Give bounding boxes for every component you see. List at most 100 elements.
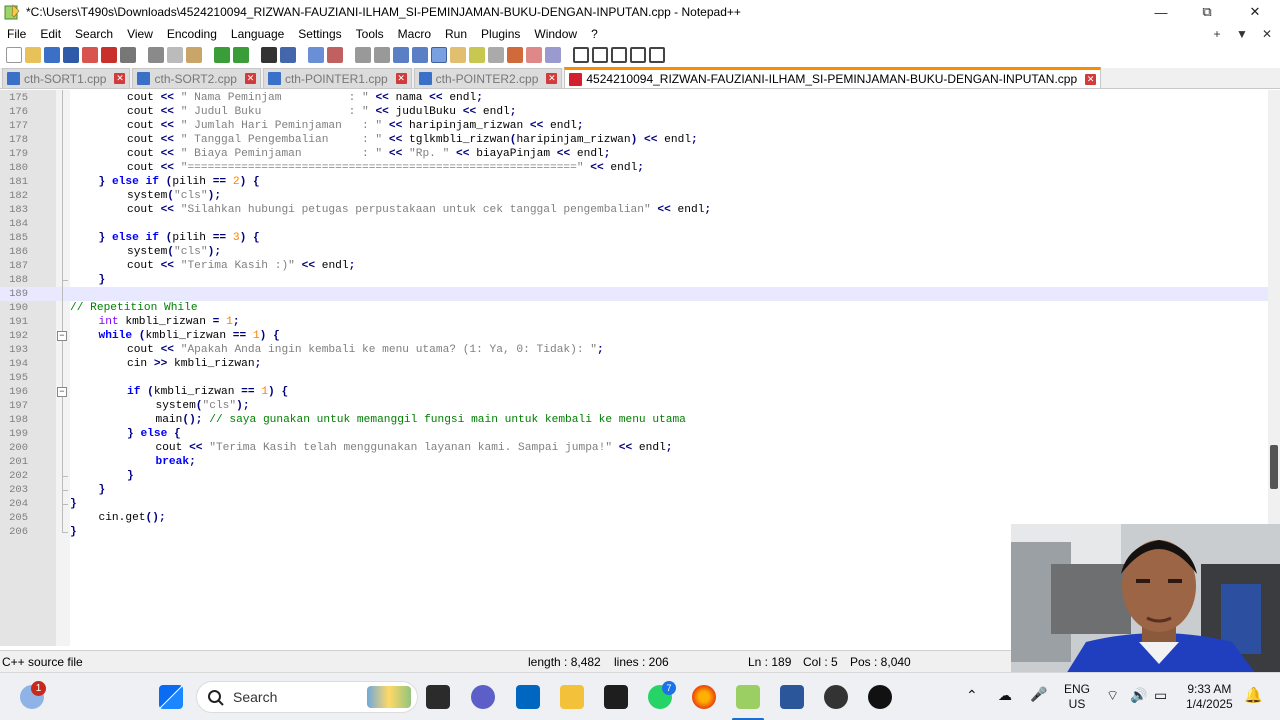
menu-macro[interactable]: Macro xyxy=(391,27,438,41)
code-line[interactable]: 189 xyxy=(0,287,1268,301)
teams-icon[interactable] xyxy=(471,685,495,709)
close-all-icon[interactable] xyxy=(101,47,117,63)
code-line[interactable]: 200 cout << "Terima Kasih telah menggunak… xyxy=(0,441,1268,455)
menu-encoding[interactable]: Encoding xyxy=(160,27,224,41)
code-text[interactable]: cin >> kmbli_rizwan; xyxy=(127,357,261,371)
code-text[interactable]: cout << "Apakah Anda ingin kembali ke me… xyxy=(127,343,604,357)
save-all-icon[interactable] xyxy=(63,47,79,63)
cloud-icon[interactable]: ☁ xyxy=(998,687,1012,704)
code-line[interactable]: 196 if (kmbli_rizwan == 1) { xyxy=(0,385,1268,399)
code-text[interactable]: } xyxy=(99,483,106,497)
restore-button[interactable]: ⧉ xyxy=(1184,0,1230,24)
menu-help[interactable]: ? xyxy=(584,27,605,41)
menu-plugins[interactable]: Plugins xyxy=(474,27,527,41)
menu-edit[interactable]: Edit xyxy=(33,27,68,41)
code-line[interactable]: 197 system("cls"); xyxy=(0,399,1268,413)
code-line[interactable]: 198 main(); // saya gunakan untuk memangg… xyxy=(0,413,1268,427)
close-doc-button[interactable]: ✕ xyxy=(1256,24,1278,44)
new-file-icon[interactable] xyxy=(6,47,22,63)
code-line[interactable]: 190 // Repetition While xyxy=(0,301,1268,315)
title-bar[interactable]: *C:\Users\T490s\Downloads\4524210094_RIZ… xyxy=(0,0,1280,24)
start-menu-icon[interactable] xyxy=(159,685,183,709)
code-line[interactable]: 181} else if (pilih == 2) { xyxy=(0,175,1268,189)
replace-icon[interactable] xyxy=(280,47,296,63)
new-tab-button[interactable]: + xyxy=(1206,24,1228,44)
code-text[interactable]: main(); // saya gunakan untuk memanggil … xyxy=(156,413,686,427)
close-tab-icon[interactable]: ✕ xyxy=(395,73,407,84)
obs-icon[interactable] xyxy=(824,685,848,709)
taskbar-search[interactable]: Search xyxy=(196,681,418,713)
menu-language[interactable]: Language xyxy=(224,27,291,41)
code-text[interactable]: cout << " Biaya Peminjaman : " << "Rp. "… xyxy=(127,147,611,161)
code-line[interactable]: 202} xyxy=(0,469,1268,483)
close-tab-icon[interactable]: ✕ xyxy=(114,73,126,84)
close-icon[interactable] xyxy=(82,47,98,63)
word-wrap-icon[interactable] xyxy=(393,47,409,63)
word-icon[interactable] xyxy=(780,685,804,709)
sync-vertical-icon[interactable] xyxy=(355,47,371,63)
code-text[interactable]: } else { xyxy=(127,427,181,441)
code-line[interactable]: 192 while (kmbli_rizwan == 1) { xyxy=(0,329,1268,343)
task-view-icon[interactable] xyxy=(426,685,450,709)
code-text[interactable]: cout << " Jumlah Hari Peminjaman : " << … xyxy=(127,119,584,133)
show-all-chars-icon[interactable] xyxy=(412,47,428,63)
code-text[interactable]: } xyxy=(70,497,77,511)
code-text[interactable]: break; xyxy=(156,455,196,469)
code-text[interactable]: cout << " Nama Peminjam : " << nama << e… xyxy=(127,91,483,105)
microphone-icon[interactable]: 🎤 xyxy=(1030,686,1047,703)
code-line[interactable]: 194 cin >> kmbli_rizwan; xyxy=(0,357,1268,371)
tab-active-file[interactable]: 4524210094_RIZWAN-FAUZIANI-ILHAM_SI-PEMI… xyxy=(564,67,1102,88)
menu-view[interactable]: View xyxy=(120,27,160,41)
microsoft-store-icon[interactable] xyxy=(516,685,540,709)
code-line[interactable]: 204} xyxy=(0,497,1268,511)
code-line[interactable]: 177 cout << " Jumlah Hari Peminjaman : " … xyxy=(0,119,1268,133)
code-text[interactable]: cin.get(); xyxy=(99,511,166,525)
file-explorer-icon[interactable] xyxy=(560,685,584,709)
function-list-icon[interactable] xyxy=(488,47,504,63)
wifi-icon[interactable]: ⌔ xyxy=(1106,687,1119,705)
media-player-icon[interactable] xyxy=(868,685,892,709)
code-line[interactable]: 186 system("cls"); xyxy=(0,245,1268,259)
notification-bell-icon[interactable]: 🔔 xyxy=(1244,686,1263,704)
monitoring-icon[interactable] xyxy=(526,47,542,63)
code-line[interactable]: 187 cout << "Terima Kasih :)" << endl; xyxy=(0,259,1268,273)
minimize-button[interactable]: — xyxy=(1138,0,1184,24)
code-text[interactable]: int kmbli_rizwan = 1; xyxy=(99,315,240,329)
code-line[interactable]: 185} else if (pilih == 3) { xyxy=(0,231,1268,245)
code-line[interactable]: 203} xyxy=(0,483,1268,497)
menu-window[interactable]: Window xyxy=(527,27,584,41)
code-text[interactable]: system("cls"); xyxy=(156,399,250,413)
code-line[interactable]: 195 xyxy=(0,371,1268,385)
code-text[interactable]: } xyxy=(70,525,77,539)
redo-icon[interactable] xyxy=(233,47,249,63)
terminal-icon[interactable] xyxy=(604,685,628,709)
code-text[interactable]: cout << "Terima Kasih telah menggunakan … xyxy=(156,441,673,455)
code-text[interactable]: system("cls"); xyxy=(127,189,221,203)
record-macro-icon[interactable] xyxy=(573,47,589,63)
run-macro-multiple-icon[interactable] xyxy=(630,47,646,63)
code-text[interactable]: cout << "Silahkan hubungi petugas perpus… xyxy=(127,203,711,217)
code-line[interactable]: 182 system("cls"); xyxy=(0,189,1268,203)
undo-icon[interactable] xyxy=(214,47,230,63)
menu-run[interactable]: Run xyxy=(438,27,474,41)
code-line[interactable]: 179 cout << " Biaya Peminjaman : " << "Rp… xyxy=(0,147,1268,161)
fold-toggle-icon[interactable]: − xyxy=(57,387,67,397)
code-line[interactable]: 193 cout << "Apakah Anda ingin kembali ke… xyxy=(0,343,1268,357)
firefox-icon[interactable] xyxy=(692,685,716,709)
open-file-icon[interactable] xyxy=(25,47,41,63)
zoom-in-icon[interactable] xyxy=(308,47,324,63)
code-text[interactable]: } else if (pilih == 2) { xyxy=(99,175,260,189)
code-text[interactable]: cout << " Judul Buku : " << judulBuku <<… xyxy=(127,105,516,119)
menu-search[interactable]: Search xyxy=(68,27,120,41)
chevron-up-icon[interactable]: ⌃ xyxy=(966,687,978,704)
code-text[interactable]: while (kmbli_rizwan == 1) { xyxy=(99,329,280,343)
paste-icon[interactable] xyxy=(186,47,202,63)
tab-cth-pointer1[interactable]: cth-POINTER1.cpp ✕ xyxy=(262,68,412,88)
user-language-icon[interactable] xyxy=(450,47,466,63)
tab-cth-sort1[interactable]: cth-SORT1.cpp ✕ xyxy=(2,68,131,88)
eye-icon[interactable] xyxy=(545,47,561,63)
code-text[interactable]: system("cls"); xyxy=(127,245,221,259)
notepadpp-taskbar-icon[interactable] xyxy=(736,685,760,709)
menu-file[interactable]: File xyxy=(0,27,33,41)
code-line[interactable]: 188} xyxy=(0,273,1268,287)
